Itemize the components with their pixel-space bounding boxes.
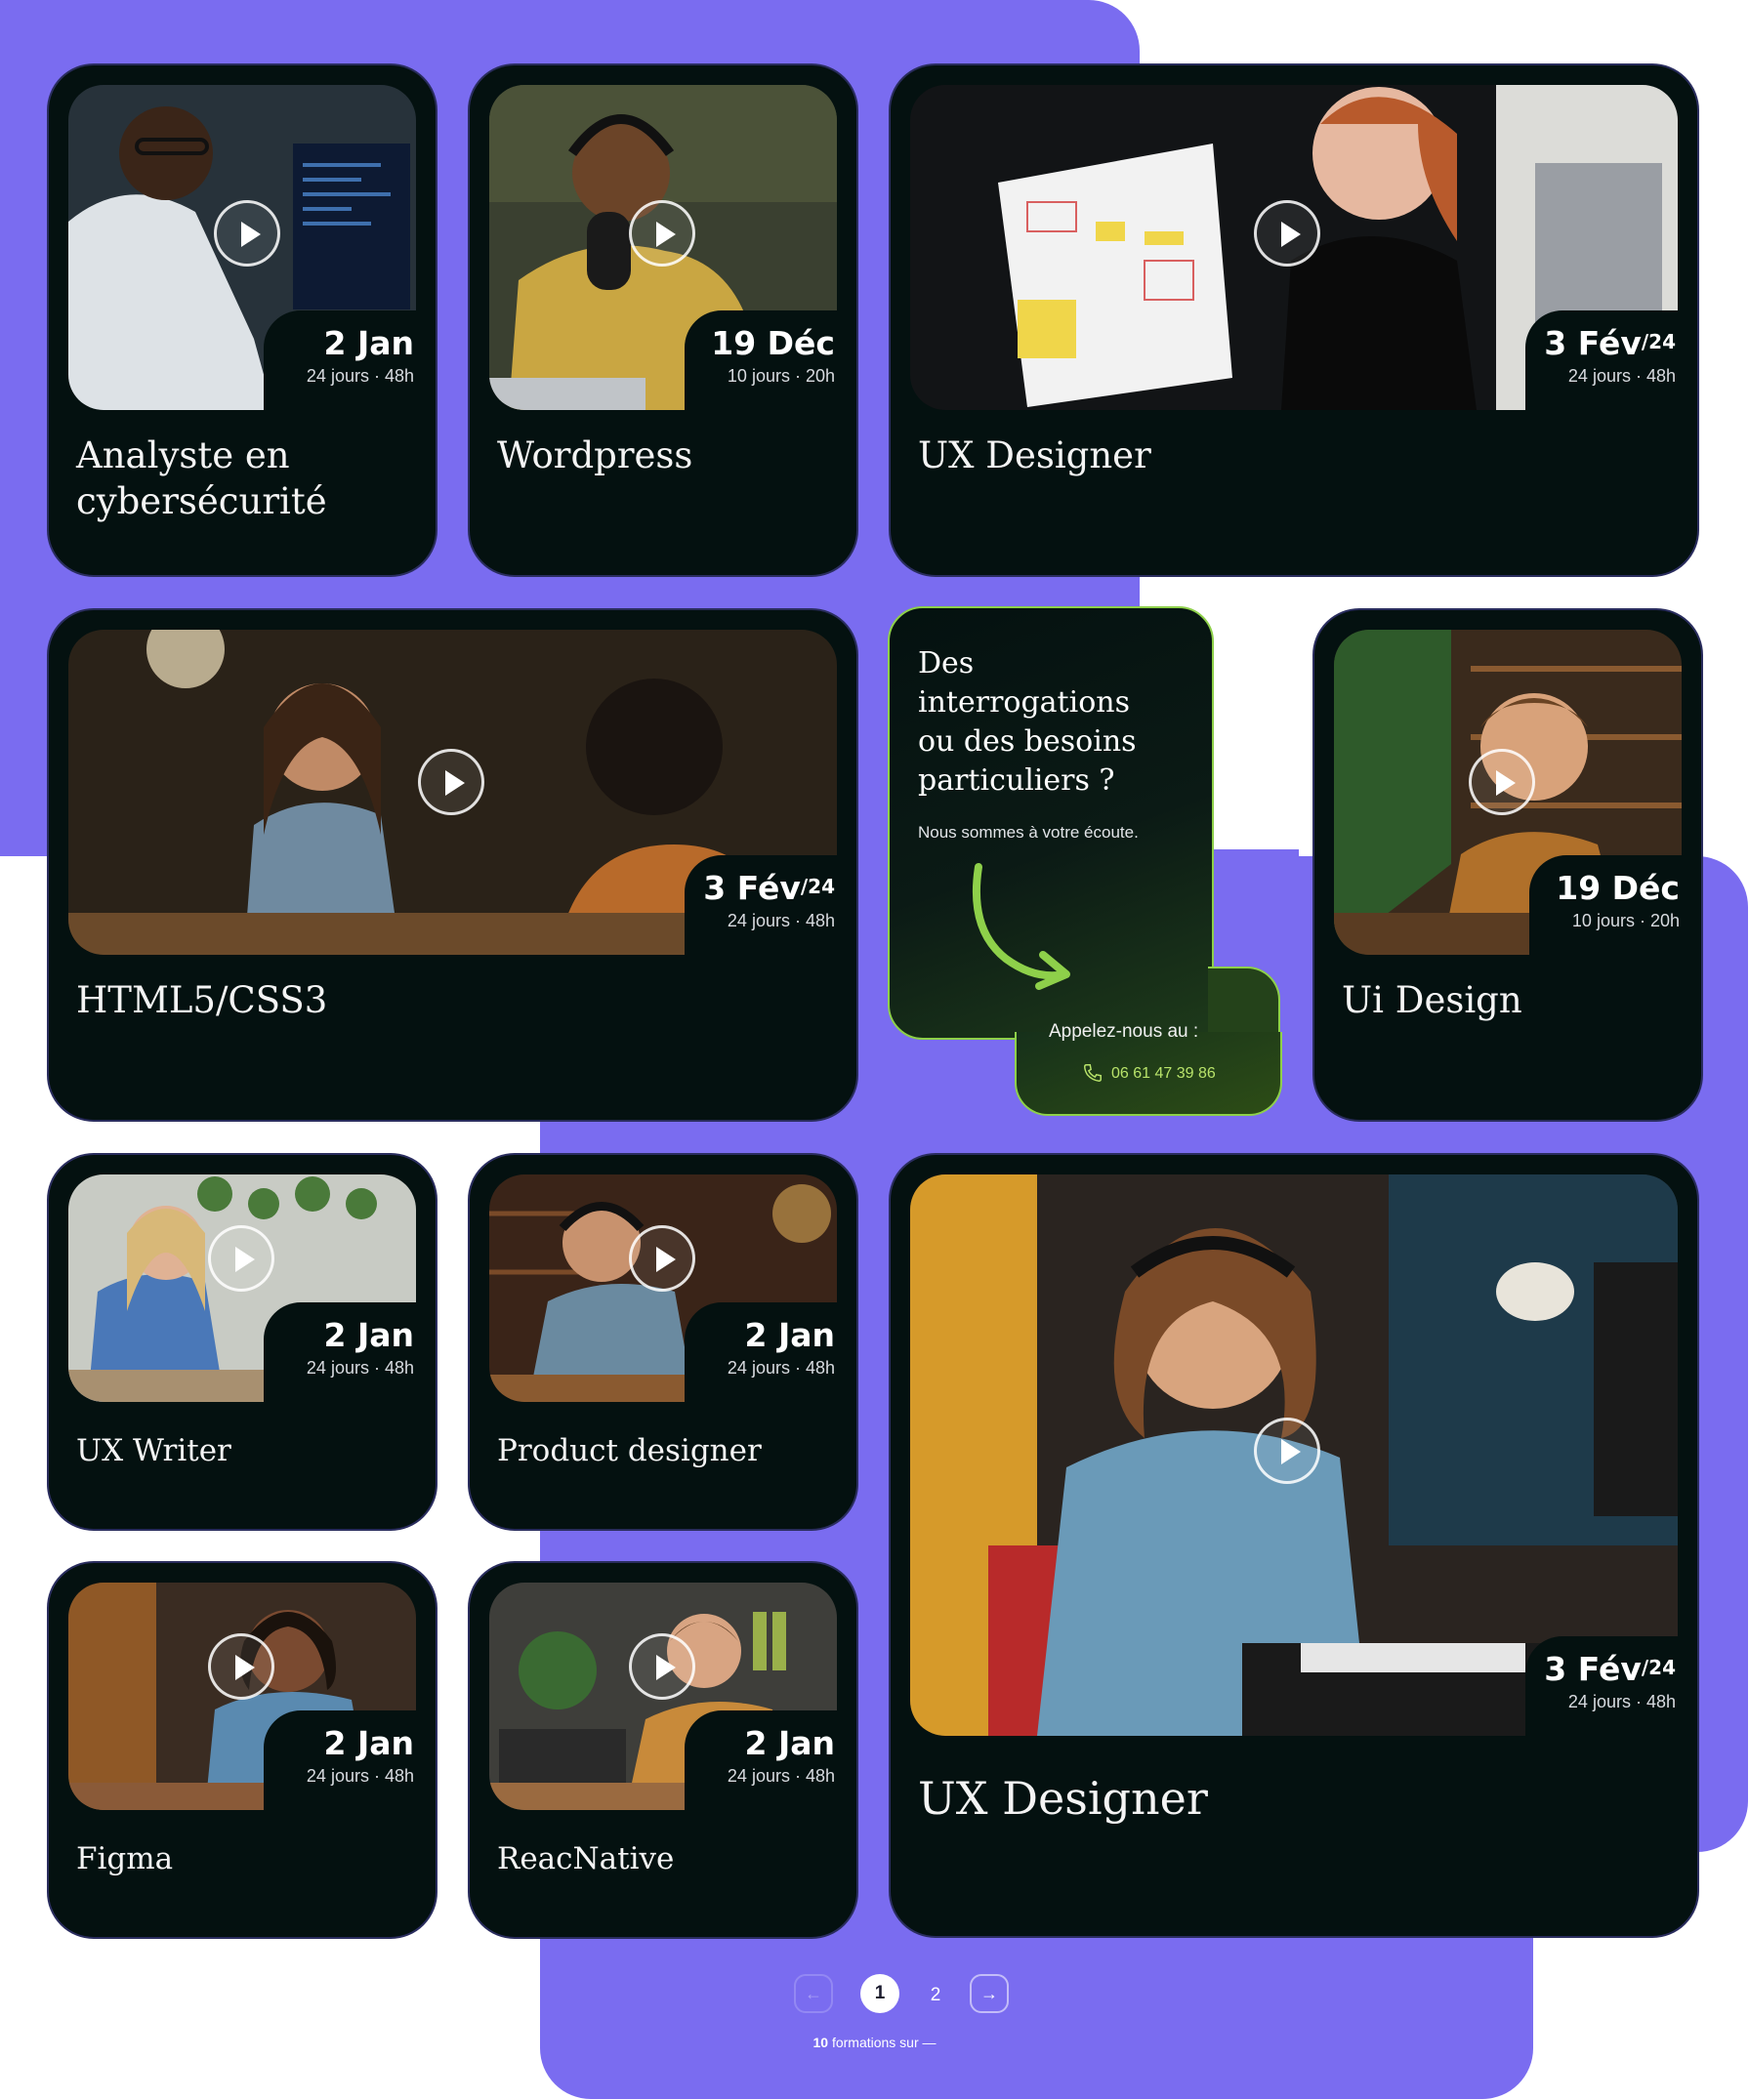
course-title: HTML5/CSS3 [76, 979, 328, 1021]
course-date: 3 Fév/24 [703, 869, 835, 907]
date-badge: 2 Jan 24 jours · 48h [264, 310, 436, 410]
course-date: 2 Jan [323, 1724, 415, 1762]
page-2-button[interactable]: 2 [916, 1976, 955, 2015]
date-badge: 19 Déc 10 jours · 20h [1529, 855, 1701, 955]
course-title: UX Designer [918, 434, 1151, 476]
course-card-cybersecurity[interactable]: 2 Jan 24 jours · 48h Analyste en cybersé… [47, 63, 437, 577]
course-card-html-css[interactable]: 3 Fév/24 24 jours · 48h HTML5/CSS3 [47, 608, 858, 1122]
date-badge: 19 Déc 10 jours · 20h [685, 310, 856, 410]
play-video-button[interactable] [214, 200, 280, 267]
play-video-button[interactable] [418, 749, 484, 815]
course-date: 2 Jan [744, 1724, 836, 1762]
course-duration: 24 jours · 48h [1567, 1692, 1676, 1711]
phone-icon [1084, 1064, 1102, 1082]
course-card-ux-designer[interactable]: 3 Fév/24 24 jours · 48h UX Designer [889, 63, 1699, 577]
course-date: 2 Jan [744, 1316, 836, 1354]
previous-page-button[interactable]: ← [794, 1974, 833, 2013]
course-date: 3 Fév/24 [1544, 324, 1676, 362]
play-video-button[interactable] [1469, 749, 1535, 815]
course-duration: 10 jours · 20h [727, 366, 835, 386]
date-badge: 3 Fév/24 24 jours · 48h [1525, 1636, 1697, 1736]
date-badge: 3 Fév/24 24 jours · 48h [685, 855, 856, 955]
contact-cta-corner [1208, 967, 1280, 1037]
play-video-button[interactable] [1254, 1418, 1320, 1484]
arrow-right-icon: → [980, 1984, 998, 2003]
course-card-wordpress[interactable]: 19 Déc 10 jours · 20h Wordpress [468, 63, 858, 577]
course-duration: 24 jours · 48h [727, 1766, 835, 1786]
course-date: 3 Fév/24 [1544, 1650, 1676, 1688]
course-title: Product designer [497, 1433, 762, 1468]
course-title: ReacNative [497, 1841, 675, 1876]
course-title: Analyste en cybersécurité [76, 434, 327, 522]
play-video-button[interactable] [629, 1633, 695, 1700]
date-badge: 2 Jan 24 jours · 48h [264, 1710, 436, 1810]
course-title: Wordpress [497, 434, 693, 476]
play-video-button[interactable] [1254, 200, 1320, 267]
date-badge: 3 Fév/24 24 jours · 48h [1525, 310, 1697, 410]
course-card-ux-designer-featured[interactable]: 3 Fév/24 24 jours · 48h UX Designer [889, 1153, 1699, 1938]
course-duration: 24 jours · 48h [727, 1358, 835, 1378]
course-duration: 24 jours · 48h [306, 366, 414, 386]
course-date: 19 Déc [711, 324, 835, 362]
phone-number-link[interactable]: 06 61 47 39 86 [1111, 1065, 1216, 1083]
course-title: Figma [76, 1841, 174, 1876]
course-date: 2 Jan [323, 324, 415, 362]
course-card-figma[interactable]: 2 Jan 24 jours · 48h Figma [47, 1561, 437, 1939]
page-1-button[interactable]: 1 [860, 1974, 899, 2013]
next-page-button[interactable]: → [970, 1974, 1009, 2013]
date-badge: 2 Jan 24 jours · 48h [264, 1302, 436, 1402]
course-title: Ui Design [1342, 979, 1522, 1021]
play-video-button[interactable] [208, 1225, 274, 1292]
course-title: UX Writer [76, 1433, 231, 1468]
course-duration: 24 jours · 48h [306, 1358, 414, 1378]
cta-question: Des interrogations ou des besoins partic… [918, 646, 1137, 798]
results-count: 10 formations sur — [812, 2035, 937, 2050]
course-date: 19 Déc [1556, 869, 1680, 907]
course-duration: 24 jours · 48h [727, 911, 835, 930]
course-title: UX Designer [918, 1772, 1208, 1825]
play-video-button[interactable] [208, 1633, 274, 1700]
course-duration: 24 jours · 48h [306, 1766, 414, 1786]
date-badge: 2 Jan 24 jours · 48h [685, 1302, 856, 1402]
play-video-button[interactable] [629, 1225, 695, 1292]
course-duration: 24 jours · 48h [1567, 366, 1676, 386]
arrow-left-icon: ← [805, 1984, 822, 2003]
course-card-ui-design[interactable]: 19 Déc 10 jours · 20h Ui Design [1312, 608, 1703, 1122]
course-date: 2 Jan [323, 1316, 415, 1354]
cta-background-mask [1211, 849, 1299, 965]
course-card-product-designer[interactable]: 2 Jan 24 jours · 48h Product designer [468, 1153, 858, 1531]
play-video-button[interactable] [629, 200, 695, 267]
cta-subtitle: Nous sommes à votre écoute. [918, 823, 1139, 842]
course-duration: 10 jours · 20h [1571, 911, 1680, 930]
course-card-react-native[interactable]: 2 Jan 24 jours · 48h ReacNative [468, 1561, 858, 1939]
call-label: Appelez-nous au : [1049, 1021, 1199, 1042]
course-card-ux-writer[interactable]: 2 Jan 24 jours · 48h UX Writer [47, 1153, 437, 1531]
curved-arrow-icon [972, 863, 1070, 990]
date-badge: 2 Jan 24 jours · 48h [685, 1710, 856, 1810]
